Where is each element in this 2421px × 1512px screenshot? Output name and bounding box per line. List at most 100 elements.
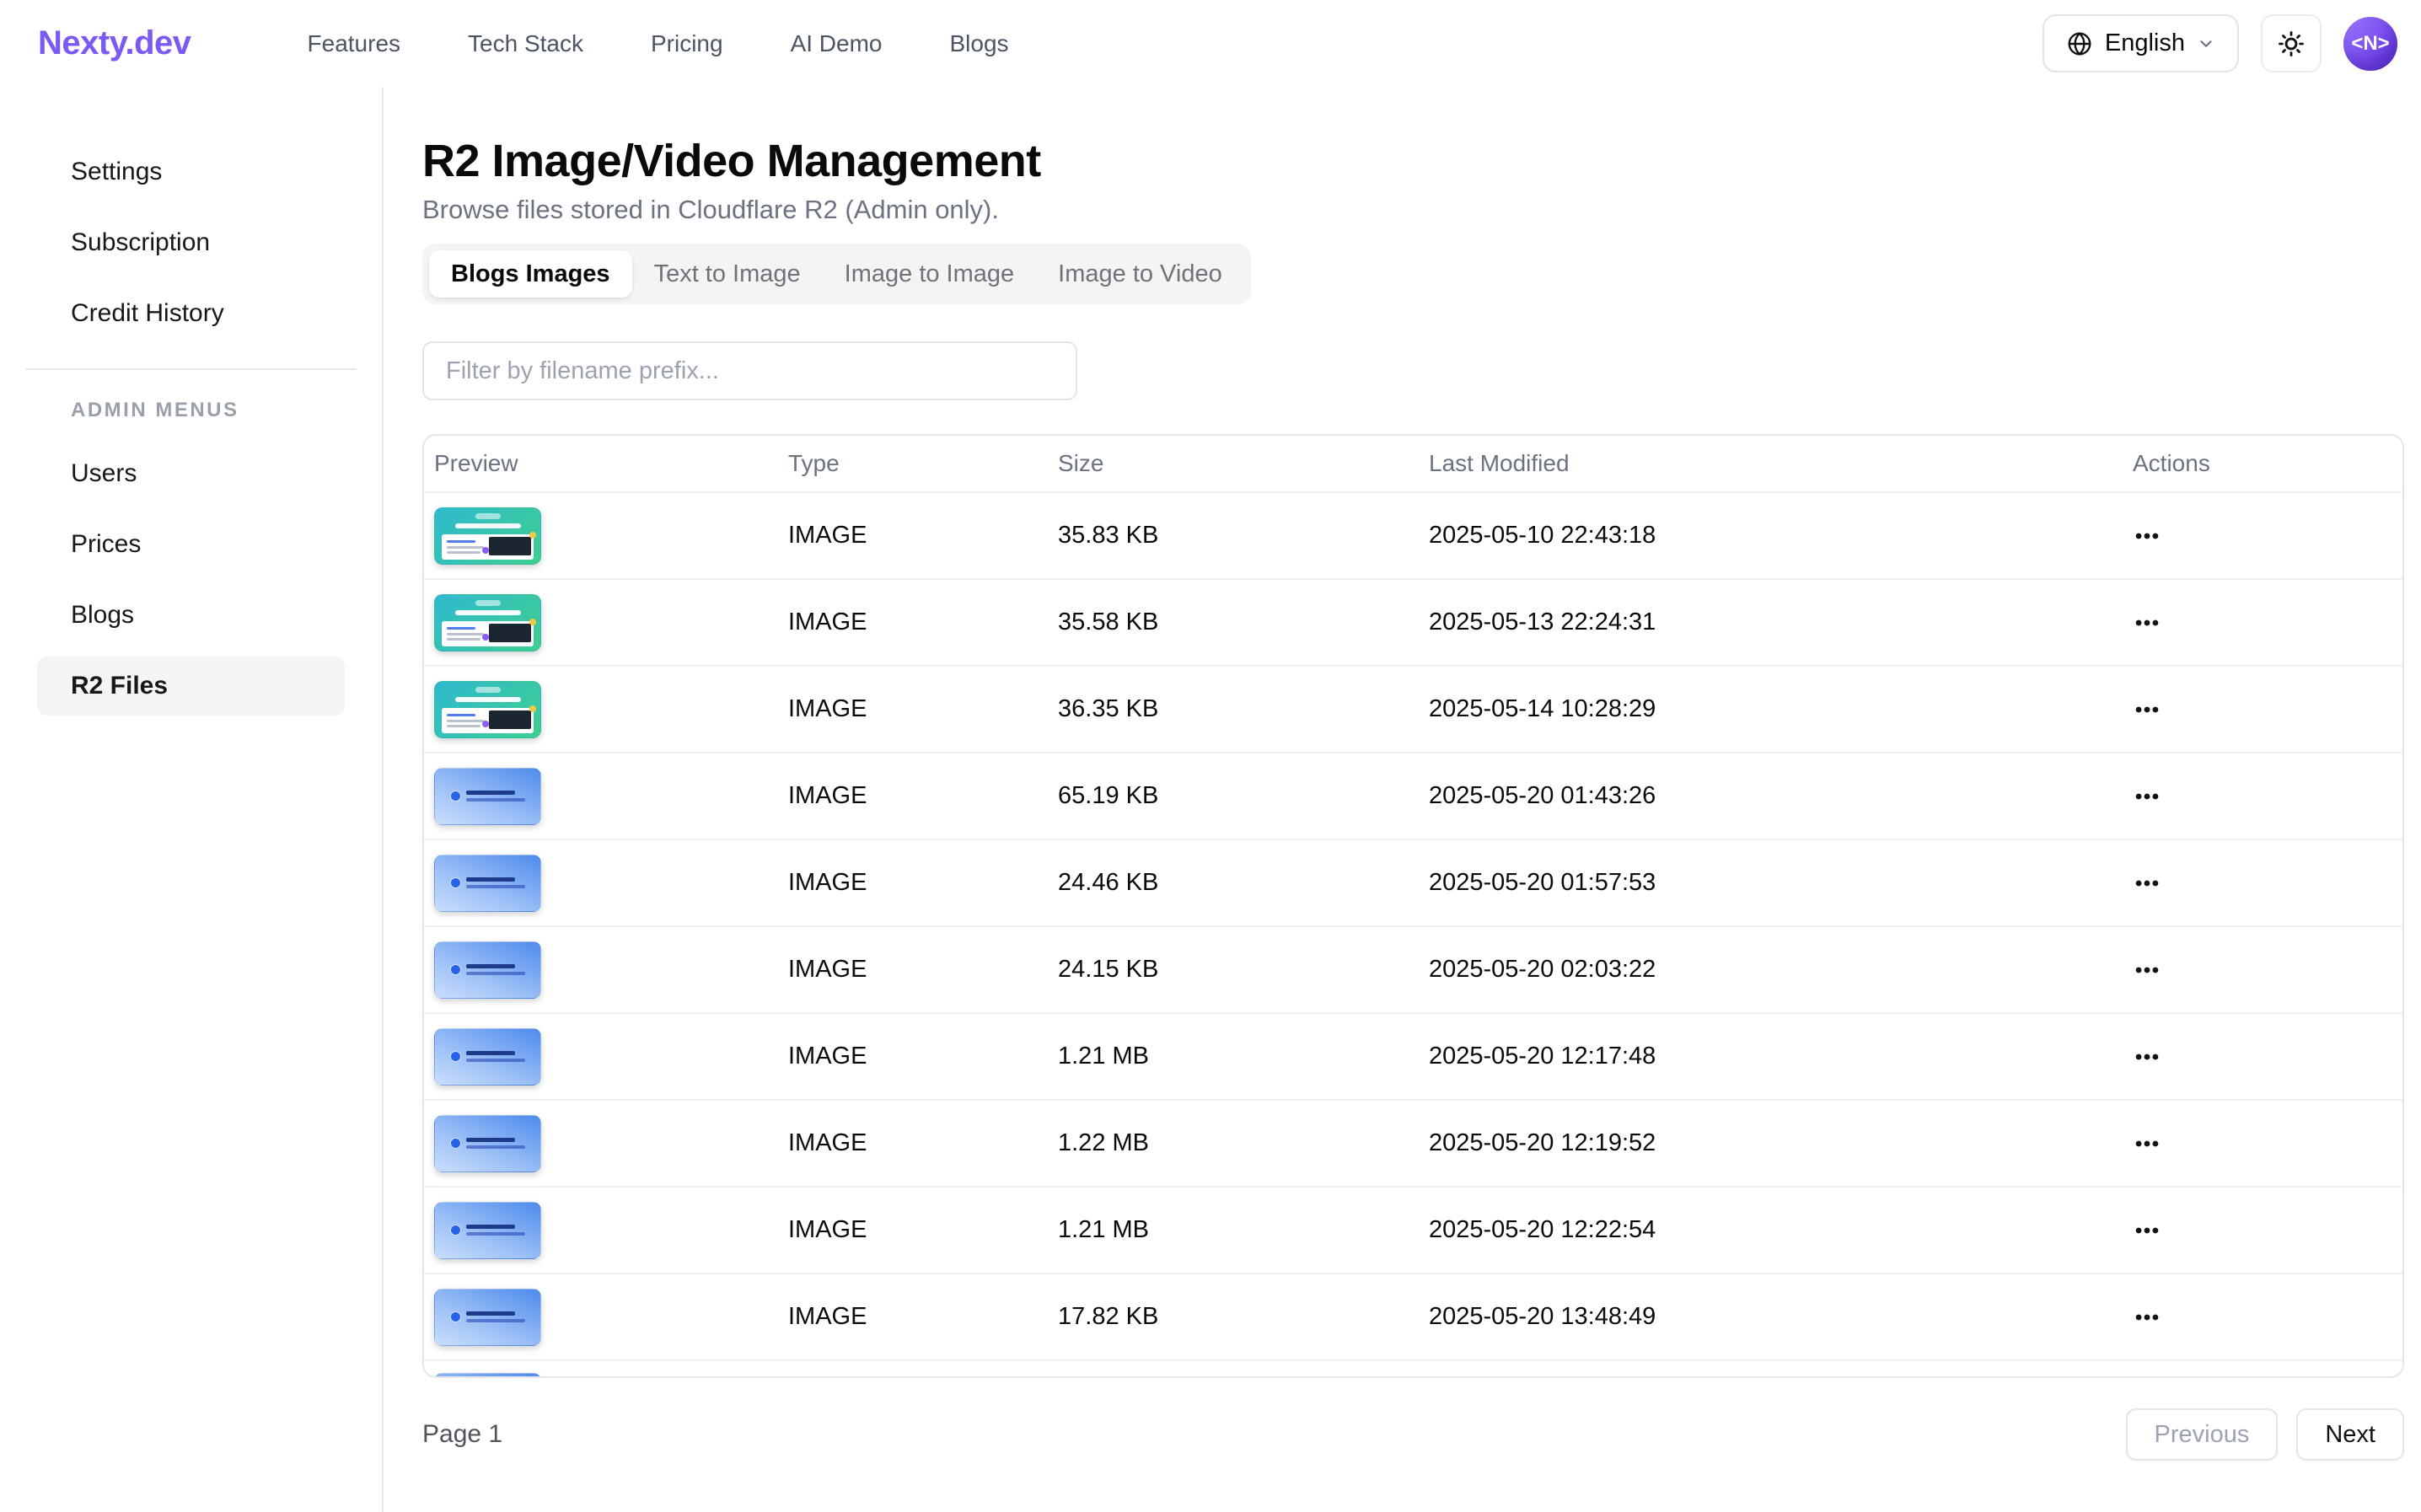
table-row: IMAGE 1.22 MB 2025-05-20 12:19:52 bbox=[424, 1099, 2402, 1186]
sidebar-item-r2-files[interactable]: R2 Files bbox=[37, 657, 345, 716]
file-size: 1.21 MB bbox=[1058, 1043, 1429, 1070]
table-row: IMAGE 1.21 MB 2025-05-20 12:22:54 bbox=[424, 1186, 2402, 1273]
file-size: 1.21 MB bbox=[1058, 1216, 1429, 1244]
ellipsis-icon bbox=[2133, 782, 2161, 811]
table-row: IMAGE 35.58 KB 2025-05-13 22:24:31 bbox=[424, 578, 2402, 665]
ellipsis-icon bbox=[2133, 609, 2161, 637]
file-last-modified: 2025-05-20 01:57:53 bbox=[1429, 869, 2133, 897]
file-type: IMAGE bbox=[788, 1129, 1058, 1157]
row-actions-button[interactable] bbox=[2133, 1033, 2180, 1080]
ellipsis-icon bbox=[2133, 695, 2161, 724]
column-header-type: Type bbox=[788, 450, 1058, 477]
ellipsis-icon bbox=[2133, 1216, 2161, 1245]
theme-toggle-button[interactable] bbox=[2261, 14, 2322, 72]
page-indicator: Page 1 bbox=[422, 1420, 502, 1449]
file-type: IMAGE bbox=[788, 522, 1058, 550]
filename-filter-input[interactable] bbox=[422, 341, 1077, 400]
brand-logo[interactable]: Nexty.dev bbox=[38, 24, 191, 62]
column-header-actions: Actions bbox=[2133, 450, 2392, 477]
language-selector-button[interactable]: English bbox=[2043, 14, 2239, 72]
file-thumbnail bbox=[434, 1202, 541, 1259]
ellipsis-icon bbox=[2133, 1043, 2161, 1071]
language-label: English bbox=[2105, 29, 2185, 57]
table-row: IMAGE 24.46 KB 2025-05-20 01:57:53 bbox=[424, 839, 2402, 925]
row-actions-button[interactable] bbox=[2133, 1294, 2180, 1341]
tab-image-to-video[interactable]: Image to Video bbox=[1036, 250, 1244, 298]
globe-icon bbox=[2066, 30, 2093, 57]
table-row: IMAGE 65.19 KB 2025-05-20 01:43:26 bbox=[424, 752, 2402, 839]
table-row-clipped bbox=[424, 1359, 2402, 1378]
nav-item-tech-stack[interactable]: Tech Stack bbox=[468, 30, 583, 57]
sidebar-item-users[interactable]: Users bbox=[37, 444, 345, 503]
sidebar-item-credit-history[interactable]: Credit History bbox=[37, 284, 345, 343]
nav-item-ai-demo[interactable]: AI Demo bbox=[791, 30, 883, 57]
tab-text-to-image[interactable]: Text to Image bbox=[632, 250, 823, 298]
sidebar: Settings Subscription Credit History ADM… bbox=[0, 87, 384, 1512]
file-last-modified: 2025-05-10 22:43:18 bbox=[1429, 522, 2133, 550]
file-type: IMAGE bbox=[788, 869, 1058, 897]
file-thumbnail bbox=[434, 1115, 541, 1172]
row-actions-button[interactable] bbox=[2133, 1120, 2180, 1167]
user-avatar[interactable]: <N> bbox=[2343, 17, 2397, 71]
table-header-row: Preview Type Size Last Modified Actions bbox=[424, 436, 2402, 491]
file-size: 17.82 KB bbox=[1058, 1303, 1429, 1331]
main-nav: Features Tech Stack Pricing AI Demo Blog… bbox=[308, 30, 1009, 57]
file-last-modified: 2025-05-14 10:28:29 bbox=[1429, 695, 2133, 723]
table-row: IMAGE 36.35 KB 2025-05-14 10:28:29 bbox=[424, 665, 2402, 752]
tab-blogs-images[interactable]: Blogs Images bbox=[429, 250, 632, 298]
sidebar-item-subscription[interactable]: Subscription bbox=[37, 213, 345, 272]
files-table: Preview Type Size Last Modified Actions … bbox=[422, 434, 2404, 1378]
file-thumbnail bbox=[434, 681, 541, 738]
previous-page-button[interactable]: Previous bbox=[2126, 1408, 2279, 1461]
file-last-modified: 2025-05-20 12:22:54 bbox=[1429, 1216, 2133, 1244]
row-actions-button[interactable] bbox=[2133, 599, 2180, 646]
file-last-modified: 2025-05-20 02:03:22 bbox=[1429, 956, 2133, 984]
column-header-preview: Preview bbox=[434, 450, 788, 477]
file-thumbnail bbox=[434, 1289, 541, 1346]
ellipsis-icon bbox=[2133, 869, 2161, 898]
row-actions-button[interactable] bbox=[2133, 860, 2180, 907]
file-category-tabs: Blogs Images Text to Image Image to Imag… bbox=[422, 244, 1251, 304]
column-header-last-modified: Last Modified bbox=[1429, 450, 2133, 477]
sidebar-item-blogs[interactable]: Blogs bbox=[37, 586, 345, 645]
tab-image-to-image[interactable]: Image to Image bbox=[823, 250, 1037, 298]
nav-item-pricing[interactable]: Pricing bbox=[651, 30, 723, 57]
next-page-button[interactable]: Next bbox=[2296, 1408, 2404, 1461]
nav-item-blogs[interactable]: Blogs bbox=[950, 30, 1009, 57]
sidebar-divider bbox=[25, 368, 357, 370]
ellipsis-icon bbox=[2133, 1303, 2161, 1332]
file-thumbnail bbox=[434, 594, 541, 651]
row-actions-button[interactable] bbox=[2133, 1207, 2180, 1254]
row-actions-button[interactable] bbox=[2133, 512, 2180, 560]
ellipsis-icon bbox=[2133, 1129, 2161, 1158]
file-last-modified: 2025-05-20 13:48:49 bbox=[1429, 1303, 2133, 1331]
pagination-bar: Page 1 Previous Next bbox=[422, 1408, 2404, 1461]
file-size: 35.83 KB bbox=[1058, 522, 1429, 550]
nav-item-features[interactable]: Features bbox=[308, 30, 401, 57]
ellipsis-icon bbox=[2133, 956, 2161, 984]
file-size: 35.58 KB bbox=[1058, 609, 1429, 636]
sidebar-item-prices[interactable]: Prices bbox=[37, 515, 345, 574]
row-actions-button[interactable] bbox=[2133, 686, 2180, 733]
file-size: 1.22 MB bbox=[1058, 1129, 1429, 1157]
table-row: IMAGE 35.83 KB 2025-05-10 22:43:18 bbox=[424, 491, 2402, 578]
file-type: IMAGE bbox=[788, 1043, 1058, 1070]
sidebar-item-settings[interactable]: Settings bbox=[37, 142, 345, 201]
ellipsis-icon bbox=[2133, 522, 2161, 550]
top-header: Nexty.dev Features Tech Stack Pricing AI… bbox=[0, 0, 2421, 87]
file-size: 24.46 KB bbox=[1058, 869, 1429, 897]
row-actions-button[interactable] bbox=[2133, 946, 2180, 994]
row-actions-button[interactable] bbox=[2133, 773, 2180, 820]
sidebar-admin-section-label: ADMIN MENUS bbox=[71, 399, 345, 422]
file-thumbnail bbox=[434, 855, 541, 912]
file-last-modified: 2025-05-20 01:43:26 bbox=[1429, 782, 2133, 810]
file-type: IMAGE bbox=[788, 609, 1058, 636]
file-size: 36.35 KB bbox=[1058, 695, 1429, 723]
file-thumbnail bbox=[434, 507, 541, 565]
file-type: IMAGE bbox=[788, 1303, 1058, 1331]
page-subtitle: Browse files stored in Cloudflare R2 (Ad… bbox=[422, 193, 2421, 227]
file-last-modified: 2025-05-20 12:17:48 bbox=[1429, 1043, 2133, 1070]
header-actions: English <N> bbox=[2043, 14, 2397, 72]
table-row: IMAGE 17.82 KB 2025-05-20 13:48:49 bbox=[424, 1273, 2402, 1359]
chevron-down-icon bbox=[2197, 35, 2215, 53]
